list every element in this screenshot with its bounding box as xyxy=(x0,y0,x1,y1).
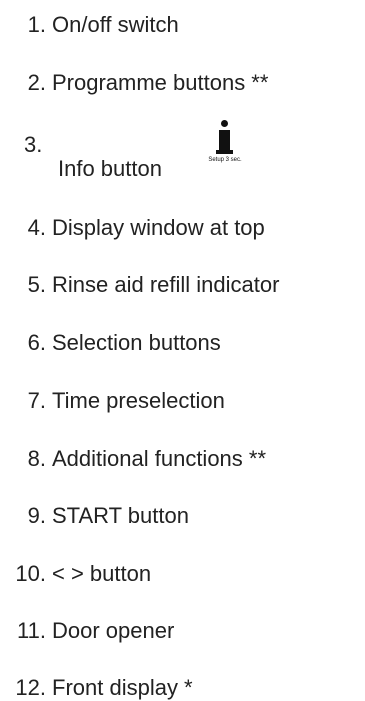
item-text: Additional functions ** xyxy=(52,446,267,471)
item-number: 2. xyxy=(27,70,46,95)
list-item: 9. START button xyxy=(0,503,365,529)
list-item: 7. Time preselection xyxy=(0,388,365,414)
item-number: 8. xyxy=(27,446,46,471)
item-number: 7. xyxy=(27,388,46,413)
item-text: Programme buttons ** xyxy=(52,70,269,95)
list-item: 11. Door opener xyxy=(0,618,365,644)
item-text: Display window at top xyxy=(52,215,265,240)
item-text: Selection buttons xyxy=(52,330,221,355)
item-number: 4. xyxy=(27,215,46,240)
item-number: 9. xyxy=(27,503,46,528)
item-number: 3. xyxy=(24,132,43,157)
item-number: 11. xyxy=(17,618,46,643)
item-number: 1. xyxy=(27,12,46,37)
list-item: 5. Rinse aid refill indicator xyxy=(0,272,365,298)
list-item: 4. Display window at top xyxy=(0,215,365,241)
item-text: Front display * xyxy=(52,675,193,700)
list-item: 8. Additional functions ** xyxy=(0,446,365,472)
item-number: 5. xyxy=(27,272,46,297)
list-item: 2. Programme buttons ** xyxy=(0,70,365,96)
item-text: Door opener xyxy=(52,618,175,643)
list-item: 6. Selection buttons xyxy=(0,330,365,356)
item-text: Rinse aid refill indicator xyxy=(52,272,280,297)
item-text: Info button xyxy=(58,156,162,181)
list-item: 12. Front display * xyxy=(0,675,365,701)
item-text: START button xyxy=(52,503,189,528)
item-text: On/off switch xyxy=(52,12,179,37)
item-number: 12. xyxy=(15,675,46,700)
item-text: Time preselection xyxy=(52,388,225,413)
info-i-icon: Setup 3 sec. xyxy=(202,120,248,170)
list-item: 1. On/off switch xyxy=(0,12,365,38)
info-icon-caption: Setup 3 sec. xyxy=(208,157,242,163)
item-text: < > button xyxy=(52,561,152,586)
list-item: 10. < > button xyxy=(0,561,365,587)
item-number: 6. xyxy=(27,330,46,355)
item-number: 10. xyxy=(15,561,46,586)
